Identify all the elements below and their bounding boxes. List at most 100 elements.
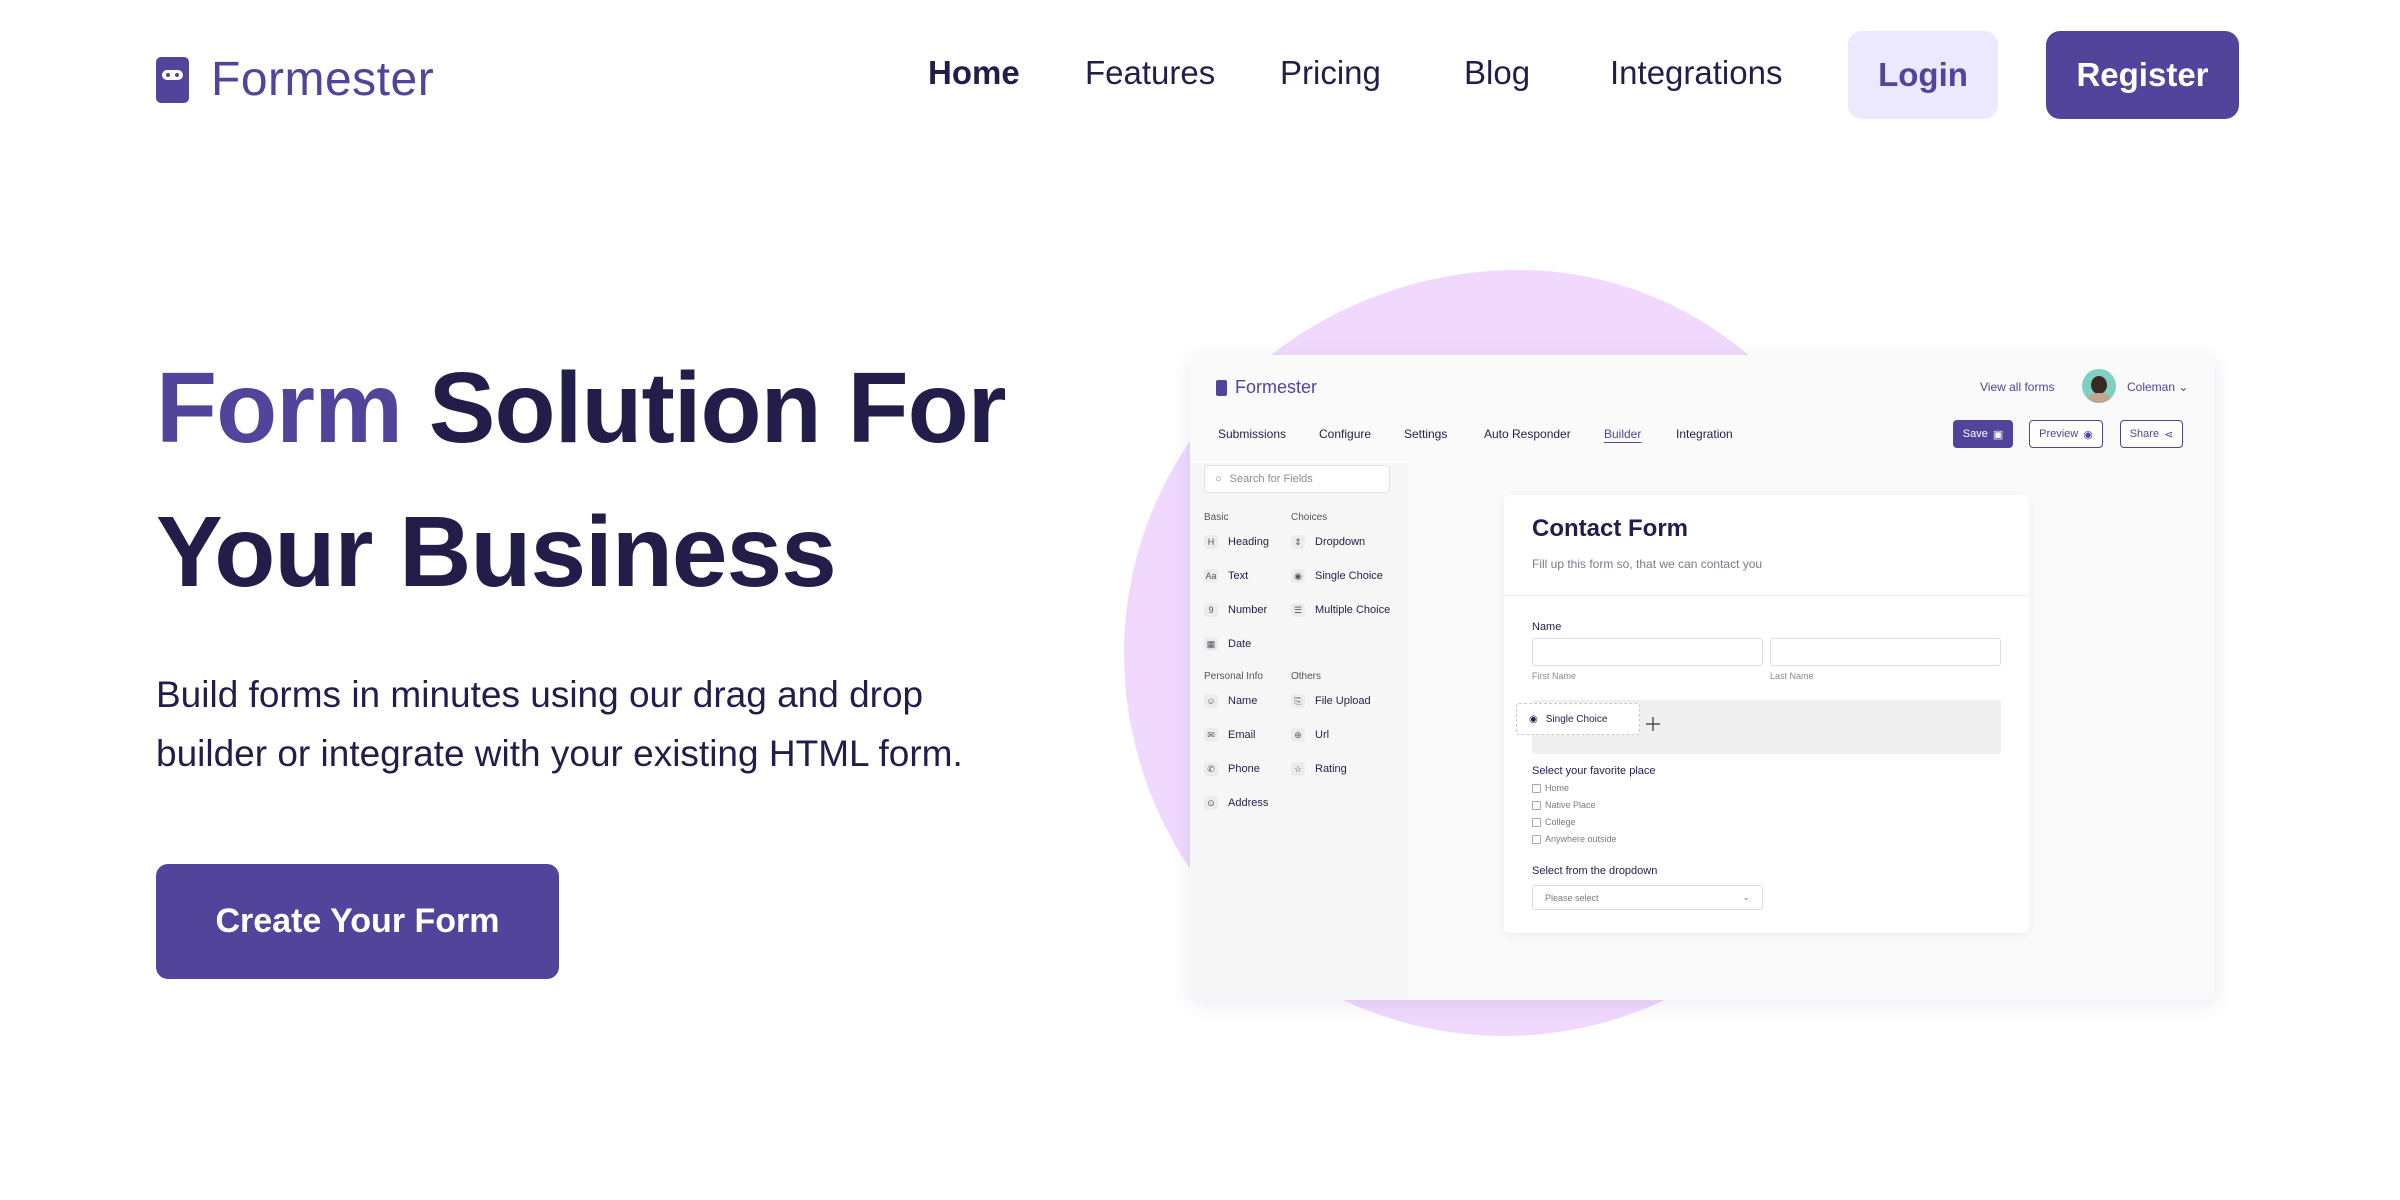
- chevron-down-icon: ⌄: [2178, 380, 2189, 394]
- checkbox-anywhere-outside[interactable]: Anywhere outside: [1532, 834, 1617, 844]
- form-description: Fill up this form so, that we can contac…: [1532, 557, 1763, 571]
- tab-builder[interactable]: Builder: [1604, 427, 1641, 441]
- logo[interactable]: Formester: [156, 52, 434, 107]
- paperclip-icon: ⎘: [1291, 694, 1305, 708]
- checkbox-icon: [1532, 783, 1541, 793]
- field-label: Address: [1228, 797, 1269, 809]
- field-dropdown[interactable]: ⇕ Dropdown: [1291, 535, 1365, 549]
- dragging-field[interactable]: ◉ Single Choice: [1516, 703, 1640, 735]
- share-icon: ⋖: [2164, 428, 2174, 441]
- checkbox-icon: [1532, 834, 1541, 844]
- register-button[interactable]: Register: [2046, 31, 2239, 119]
- logo-text: Formester: [211, 53, 435, 106]
- field-label: Phone: [1228, 763, 1260, 775]
- place-label: Select your favorite place: [1532, 765, 1656, 777]
- field-name[interactable]: ☺ Name: [1204, 694, 1257, 708]
- user-menu[interactable]: Coleman ⌄: [2127, 380, 2188, 394]
- search-icon: ○: [1215, 473, 1222, 485]
- field-file-upload[interactable]: ⎘ File Upload: [1291, 694, 1371, 708]
- share-label: Share: [2129, 428, 2160, 440]
- mail-icon: ✉: [1204, 728, 1218, 742]
- create-form-button[interactable]: Create Your Form: [156, 864, 559, 979]
- group-choices-label: Choices: [1291, 512, 1328, 523]
- nav-integrations[interactable]: Integrations: [1610, 54, 1782, 92]
- checkbox-home[interactable]: Home: [1532, 783, 1569, 793]
- radio-icon: ◉: [1291, 569, 1305, 583]
- checkbox-college[interactable]: College: [1532, 817, 1576, 827]
- search-fields-input[interactable]: ○ Search for Fields: [1204, 465, 1390, 493]
- field-label: File Upload: [1315, 695, 1371, 707]
- field-text[interactable]: Aa Text: [1204, 569, 1248, 583]
- star-icon: ☆: [1291, 762, 1305, 776]
- divider: [1504, 595, 2029, 596]
- field-email[interactable]: ✉ Email: [1204, 728, 1256, 742]
- hero-title-line2: Your Business: [156, 496, 837, 608]
- tab-settings[interactable]: Settings: [1404, 427, 1447, 441]
- text-icon: Aa: [1204, 569, 1218, 583]
- user-name: Coleman: [2127, 380, 2176, 394]
- save-icon: ▣: [1992, 428, 2004, 441]
- field-phone[interactable]: ✆ Phone: [1204, 762, 1260, 776]
- form-preview-card: Contact Form Fill up this form so, that …: [1504, 495, 2029, 933]
- field-url[interactable]: ⊕ Url: [1291, 728, 1329, 742]
- field-label: Multiple Choice: [1315, 604, 1391, 616]
- nav-features[interactable]: Features: [1085, 54, 1215, 92]
- location-pin-icon: ⊙: [1204, 796, 1218, 810]
- field-single-choice[interactable]: ◉ Single Choice: [1291, 569, 1383, 583]
- phone-icon: ✆: [1204, 762, 1218, 776]
- dropdown-label: Select from the dropdown: [1532, 865, 1658, 877]
- app-logo-text: Formester: [1235, 377, 1318, 397]
- group-basic-label: Basic: [1204, 512, 1229, 523]
- dropdown-select[interactable]: Please select ⌄: [1532, 885, 1763, 910]
- save-button[interactable]: Save ▣: [1953, 420, 2013, 448]
- hero-title-accent: Form: [156, 352, 403, 464]
- field-label: Single Choice: [1315, 570, 1383, 582]
- tab-auto-responder[interactable]: Auto Responder: [1484, 427, 1571, 441]
- nav-pricing[interactable]: Pricing: [1280, 54, 1381, 92]
- field-multiple-choice[interactable]: ☰ Multiple Choice: [1291, 603, 1390, 617]
- nav-blog[interactable]: Blog: [1464, 54, 1530, 92]
- share-button[interactable]: Share ⋖: [2120, 420, 2183, 448]
- avatar[interactable]: [2082, 369, 2116, 403]
- checkbox-label: Native Place: [1545, 800, 1596, 810]
- field-label: Url: [1315, 729, 1330, 741]
- checkbox-native-place[interactable]: Native Place: [1532, 800, 1596, 810]
- checkbox-label: College: [1545, 817, 1576, 827]
- field-label: Dropdown: [1315, 536, 1366, 548]
- preview-button[interactable]: Preview ◉: [2029, 420, 2103, 448]
- field-date[interactable]: ▦ Date: [1204, 637, 1251, 651]
- tab-integration[interactable]: Integration: [1676, 427, 1733, 441]
- app-logo: Formester: [1216, 377, 1317, 398]
- search-placeholder: Search for Fields: [1229, 473, 1313, 485]
- last-name-hint: Last Name: [1770, 671, 1814, 681]
- form-title: Contact Form: [1532, 515, 1688, 542]
- field-heading[interactable]: H Heading: [1204, 535, 1269, 549]
- field-label: Name: [1228, 695, 1258, 707]
- dragging-field-label: Single Choice: [1545, 713, 1608, 725]
- tab-configure[interactable]: Configure: [1319, 427, 1371, 441]
- list-icon: ☰: [1291, 603, 1305, 617]
- field-address[interactable]: ⊙ Address: [1204, 796, 1268, 810]
- first-name-hint: First Name: [1532, 671, 1577, 681]
- last-name-input[interactable]: [1770, 638, 2001, 666]
- checkbox-label: Home: [1545, 783, 1570, 793]
- first-name-input[interactable]: [1532, 638, 1763, 666]
- app-logo-icon: [1216, 379, 1227, 396]
- login-button[interactable]: Login: [1848, 31, 1998, 119]
- group-others-label: Others: [1291, 671, 1322, 682]
- field-number[interactable]: 9 Number: [1204, 603, 1267, 617]
- logo-mark-icon: [156, 56, 189, 103]
- nav-home[interactable]: Home: [928, 54, 1020, 92]
- field-rating[interactable]: ☆ Rating: [1291, 762, 1347, 776]
- view-all-forms-link[interactable]: View all forms: [1980, 380, 2054, 394]
- hero-subtitle: Build forms in minutes using our drag an…: [156, 674, 963, 774]
- checkbox-icon: [1532, 800, 1541, 810]
- checkbox-label: Anywhere outside: [1545, 834, 1617, 844]
- tab-submissions[interactable]: Submissions: [1218, 427, 1286, 441]
- heading-icon: H: [1204, 535, 1218, 549]
- save-label: Save: [1962, 428, 1988, 440]
- eye-icon: ◉: [2083, 428, 2093, 441]
- hero-title-line1: Solution For: [428, 352, 1007, 464]
- builder-screenshot: Formester View all forms Coleman ⌄ Submi…: [1190, 355, 2215, 1000]
- name-label: Name: [1532, 621, 1562, 633]
